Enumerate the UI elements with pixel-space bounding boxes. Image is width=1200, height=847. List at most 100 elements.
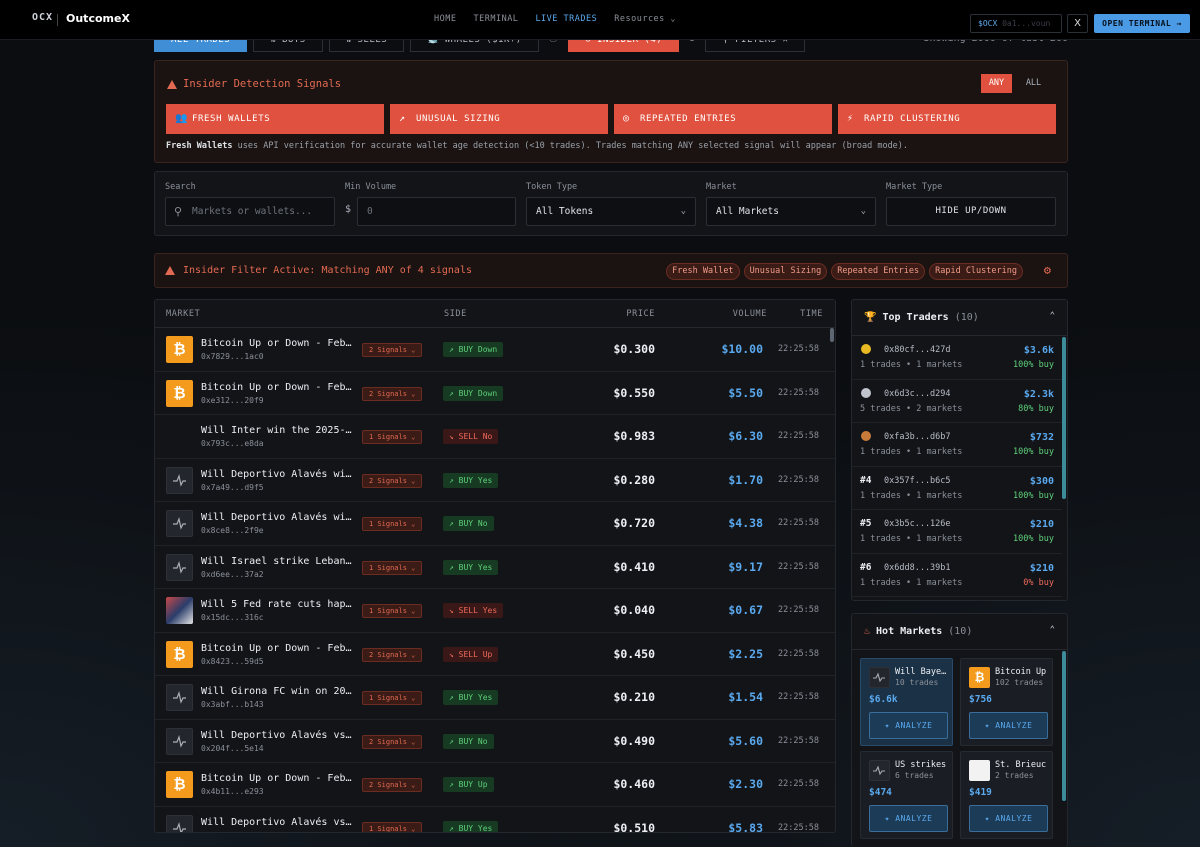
table-row[interactable]: Will 5 Fed rate cuts happen in 0x15dc...3… xyxy=(155,589,835,633)
table-scrollbar[interactable] xyxy=(830,328,834,342)
table-row[interactable]: Will Inter win the 2025-26 Serie A 0x793c… xyxy=(155,415,835,459)
x-social-icon[interactable]: X xyxy=(1067,14,1088,33)
nav-live-trades[interactable]: LIVE TRADES xyxy=(535,14,597,24)
table-row[interactable]: ₿ Bitcoin Up or Down - February 0x7829...1… xyxy=(155,328,835,372)
search-input[interactable]: ⚲ Markets or wallets... xyxy=(165,197,335,226)
col-volume[interactable]: VOLUME xyxy=(733,309,767,319)
tag-fresh-wallet[interactable]: Fresh Wallet xyxy=(666,263,740,280)
signals-badge[interactable]: 2 Signals ⌄ xyxy=(362,734,423,749)
top-traders-header[interactable]: 🏆 Top Traders (10) ⌃ xyxy=(852,300,1067,336)
medal-icon xyxy=(861,431,871,441)
hide-updown-button[interactable]: HIDE UP/DOWN xyxy=(886,197,1056,226)
signals-badge[interactable]: 2 Signals ⌄ xyxy=(362,386,423,401)
trade-price: $0.450 xyxy=(613,646,655,661)
col-time[interactable]: TIME xyxy=(800,309,823,319)
trader-buy-pct: 80% buy xyxy=(1018,403,1054,414)
tag-rapid-clustering[interactable]: Rapid Clustering xyxy=(929,263,1023,280)
hot-markets-header[interactable]: ♨ Hot Markets (10) ⌃ xyxy=(852,614,1067,650)
activity-icon xyxy=(166,466,193,494)
nav-resources[interactable]: Resources ⌄ xyxy=(614,14,676,24)
table-row[interactable]: ₿ Bitcoin Up or Down - February 0xe312...2… xyxy=(155,372,835,415)
hot-markets-title: Hot Markets xyxy=(876,626,943,637)
table-row[interactable]: ₿ Bitcoin Up or Down - February 0x8423...5… xyxy=(155,633,835,676)
live-trades-table: MARKET SIDE PRICE VOLUME TIME ₿ Bitcoin U… xyxy=(154,299,836,833)
signals-badge[interactable]: 1 Signals ⌄ xyxy=(362,821,423,832)
signals-badge[interactable]: 1 Signals ⌄ xyxy=(362,430,423,444)
wallet-address: 0x793c...e8da xyxy=(201,439,264,448)
signals-badge[interactable]: 2 Signals ⌄ xyxy=(362,778,423,792)
signal-label: UNUSUAL SIZING xyxy=(416,114,501,124)
lightning-icon: ⚡ xyxy=(847,113,854,124)
signals-badge[interactable]: 1 Signals ⌄ xyxy=(362,517,423,531)
signals-badge[interactable]: 2 Signals ⌄ xyxy=(362,647,423,662)
trade-price: $0.460 xyxy=(613,777,655,791)
hot-market-card[interactable]: St. Brieuc 2 trades $419 ✦ ANALYZE xyxy=(960,751,1053,839)
trader-row[interactable]: #6 0x6dd8...39b1 1 trades • 1 markets $210 0… xyxy=(852,554,1062,597)
trader-row[interactable]: 0xfa3b...d6b7 1 trades • 1 markets $732 100… xyxy=(852,423,1062,467)
nav-terminal[interactable]: TERMINAL xyxy=(473,14,518,24)
traders-scrollbar[interactable] xyxy=(1062,337,1066,499)
medal-icon xyxy=(861,387,871,398)
trader-row[interactable]: #4 0x357f...b6c5 1 trades • 1 markets $300 1… xyxy=(852,467,1062,510)
table-row[interactable]: Will Deportivo Alavés win on 0x8ce8...2f9… xyxy=(155,502,835,546)
trade-time: 22:25:58 xyxy=(778,518,819,528)
hot-markets-panel: ♨ Hot Markets (10) ⌃ Will Bayern 10 trade… xyxy=(851,613,1068,847)
signals-badge[interactable]: 1 Signals ⌄ xyxy=(362,560,423,575)
hot-market-trades: 6 trades xyxy=(895,771,934,780)
table-row[interactable]: Will Deportivo Alavés vs. Girona 0x204f..… xyxy=(155,720,835,763)
open-terminal-button[interactable]: OPEN TERMINAL → xyxy=(1094,14,1190,33)
gear-icon[interactable]: ⚙ xyxy=(1044,263,1051,277)
brand-name[interactable]: OutcomeX xyxy=(66,12,130,25)
col-price[interactable]: PRICE xyxy=(626,309,655,319)
chevron-up-icon[interactable]: ⌃ xyxy=(1050,625,1055,635)
signal-label: REPEATED ENTRIES xyxy=(640,114,737,124)
min-volume-wrap: $ 0 xyxy=(345,197,516,226)
nav-home[interactable]: HOME xyxy=(434,14,456,24)
all-button[interactable]: ALL xyxy=(1018,74,1049,93)
search-placeholder: Markets or wallets... xyxy=(192,206,313,217)
signal-fresh-wallets[interactable]: 👥 FRESH WALLETS xyxy=(166,104,384,134)
table-row[interactable]: Will Deportivo Alavés win on 0x7a49...d9f… xyxy=(155,459,835,502)
any-button[interactable]: ANY xyxy=(981,74,1012,93)
hot-market-name: Will Bayern xyxy=(895,667,950,677)
tag-repeated-entries[interactable]: Repeated Entries xyxy=(831,263,926,280)
market-name: Will Deportivo Alavés vs. Girona xyxy=(201,816,353,828)
token-address-box[interactable]: $OCX 0a1...voun xyxy=(970,14,1062,33)
trade-price: $0.490 xyxy=(613,733,655,748)
col-side[interactable]: SIDE xyxy=(444,309,467,319)
hot-market-card[interactable]: ₿ Bitcoin Up 102 trades $756 ✦ ANALYZE xyxy=(960,658,1053,746)
signals-badge[interactable]: 1 Signals ⌄ xyxy=(362,691,423,705)
bitcoin-icon: ₿ xyxy=(166,336,193,363)
table-row[interactable]: Will Deportivo Alavés vs. Girona 0x8ce8..… xyxy=(155,807,835,832)
col-market[interactable]: MARKET xyxy=(166,309,200,319)
hot-market-card[interactable]: Will Bayern 10 trades $6.6k ✦ ANALYZE xyxy=(860,658,953,746)
trade-time: 22:25:58 xyxy=(778,648,819,659)
trader-row[interactable]: 0x6d3c...d294 5 trades • 2 markets $2.3k 80… xyxy=(852,380,1062,423)
trader-stats: 1 trades • 1 markets xyxy=(860,447,963,457)
table-row[interactable]: ₿ Bitcoin Up or Down - February 0x4b11...e… xyxy=(155,763,835,807)
analyze-button[interactable]: ✦ ANALYZE xyxy=(869,805,948,832)
chevron-up-icon[interactable]: ⌃ xyxy=(1050,311,1055,321)
table-row[interactable]: Will Girona FC win on 2026-02 0x3abf...b1… xyxy=(155,676,835,720)
min-volume-input[interactable]: 0 xyxy=(357,197,516,226)
analyze-button[interactable]: ✦ ANALYZE xyxy=(969,712,1048,739)
signal-unusual-sizing[interactable]: ↗ UNUSUAL SIZING xyxy=(390,104,608,134)
signals-badge[interactable]: 1 Signals ⌄ xyxy=(362,604,423,618)
trending-up-icon: ↗ xyxy=(399,113,406,124)
signals-badge[interactable]: 2 Signals ⌄ xyxy=(362,473,423,488)
trader-row[interactable]: #5 0x3b5c...126e 1 trades • 1 markets $210 1… xyxy=(852,510,1062,554)
hot-markets-scrollbar[interactable] xyxy=(1062,651,1066,801)
trader-row[interactable]: 0x80cf...427d 1 trades • 1 markets $3.6k 10… xyxy=(852,336,1062,380)
hot-market-card[interactable]: US strikes 6 trades $474 ✦ ANALYZE xyxy=(860,751,953,839)
signal-repeated-entries[interactable]: ◎ REPEATED ENTRIES xyxy=(614,104,832,134)
signals-badge[interactable]: 2 Signals ⌄ xyxy=(362,343,423,357)
table-row[interactable]: Will Israel strike Lebanon on 0xd6ee...37… xyxy=(155,546,835,589)
analyze-button[interactable]: ✦ ANALYZE xyxy=(869,712,948,739)
market-select[interactable]: All Markets ⌄ xyxy=(706,197,876,226)
tag-unusual-sizing[interactable]: Unusual Sizing xyxy=(743,263,828,280)
logo-icon[interactable]: OCX xyxy=(32,12,53,23)
token-type-select[interactable]: All Tokens ⌄ xyxy=(526,197,696,226)
hot-markets-title-wrap: ♨ Hot Markets (10) xyxy=(864,626,972,637)
signal-rapid-clustering[interactable]: ⚡ RAPID CLUSTERING xyxy=(838,104,1056,134)
analyze-button[interactable]: ✦ ANALYZE xyxy=(969,805,1048,832)
